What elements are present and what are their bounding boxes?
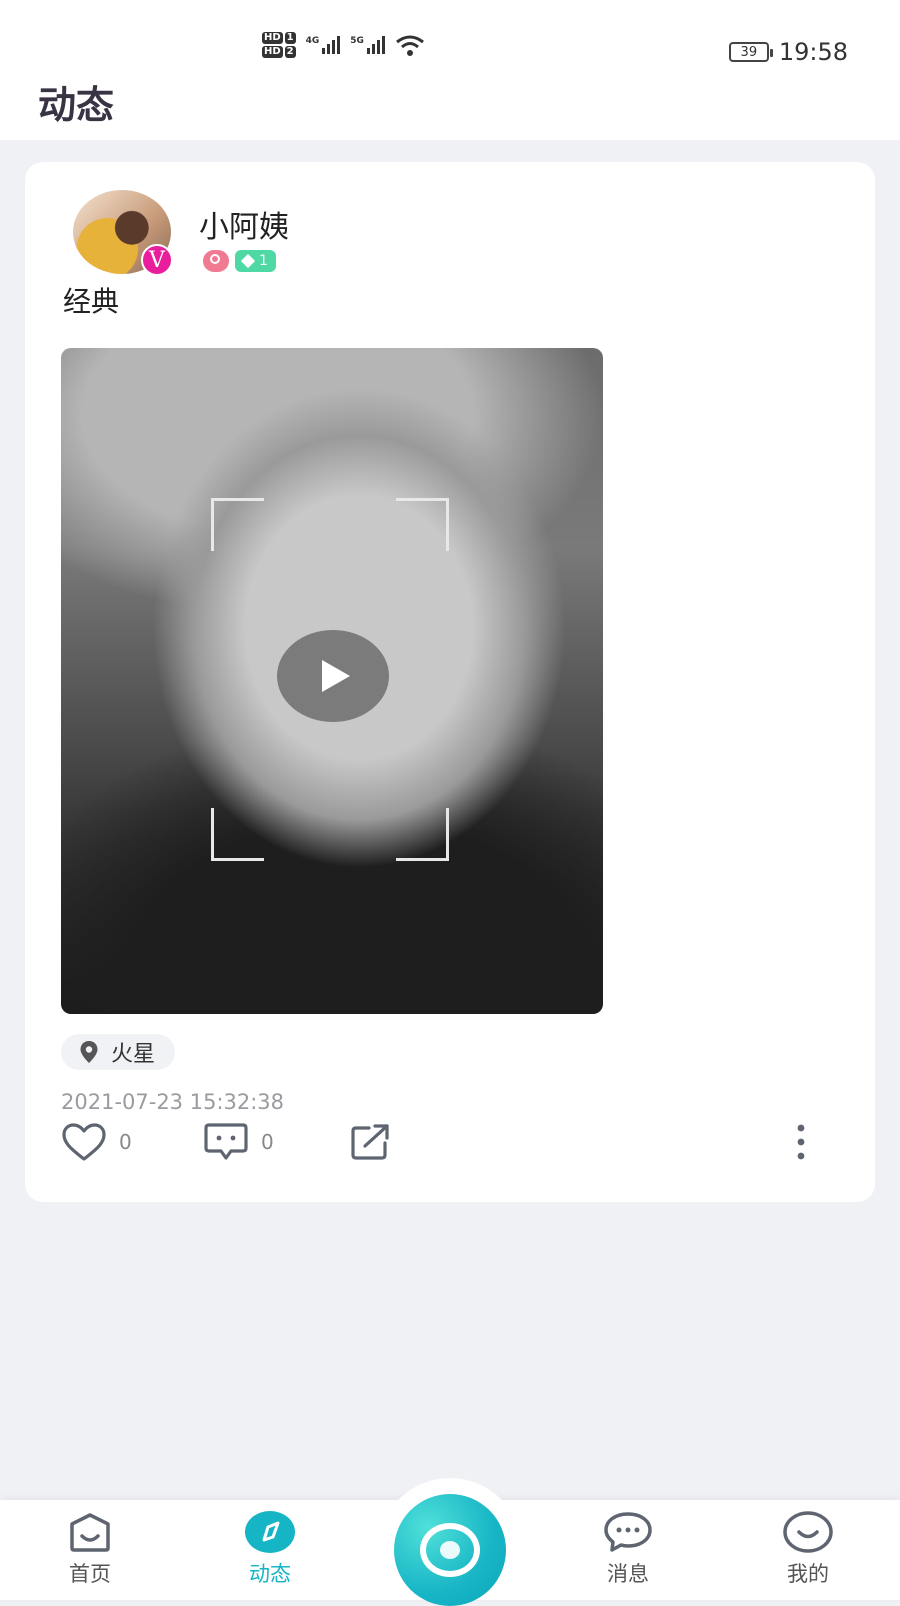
play-icon bbox=[322, 660, 350, 692]
wifi-icon bbox=[396, 35, 424, 56]
network-5g-label: 5G bbox=[350, 36, 364, 46]
hd1-label: HD bbox=[262, 32, 283, 44]
level-value: 1 bbox=[259, 253, 268, 269]
vip-badge: V bbox=[141, 244, 173, 276]
post-card[interactable]: V 小阿姨 1 经典 火星 2021-07-23 15:32:38 0 0 bbox=[25, 162, 875, 1202]
center-camera-button[interactable] bbox=[394, 1494, 506, 1606]
status-right: 39 19:58 bbox=[728, 38, 848, 66]
comment-button[interactable]: 0 bbox=[203, 1122, 274, 1162]
profile-smile-icon bbox=[783, 1511, 833, 1553]
female-gender-icon bbox=[203, 250, 229, 272]
user-tags: 1 bbox=[203, 250, 276, 272]
network-4g-label: 4G bbox=[305, 36, 320, 46]
diamond-icon bbox=[240, 253, 256, 269]
tab-home[interactable]: 首页 bbox=[35, 1510, 145, 1588]
clock: 19:58 bbox=[778, 38, 848, 66]
location-tag[interactable]: 火星 bbox=[61, 1034, 176, 1070]
hd2-label: HD bbox=[262, 46, 283, 58]
signal-4g-icon: 4G bbox=[306, 36, 341, 54]
compass-icon bbox=[245, 1511, 295, 1553]
location-text: 火星 bbox=[111, 1042, 156, 1067]
status-bar: HD 1 HD 2 4G 5G 39 19:58 bbox=[0, 0, 900, 70]
tab-feed[interactable]: 动态 bbox=[215, 1510, 325, 1588]
tab-messages-label: 消息 bbox=[607, 1562, 649, 1586]
comment-count: 0 bbox=[261, 1130, 274, 1154]
hd1-indicator: HD 1 bbox=[262, 32, 296, 44]
battery-level: 39 bbox=[740, 44, 758, 60]
home-icon bbox=[70, 1513, 110, 1552]
like-count: 0 bbox=[119, 1130, 132, 1154]
like-button[interactable]: 0 bbox=[61, 1122, 132, 1162]
tab-home-label: 首页 bbox=[69, 1562, 111, 1586]
camera-lens-icon bbox=[420, 1523, 480, 1577]
post-timestamp: 2021-07-23 15:32:38 bbox=[61, 1090, 285, 1114]
hd2-number: 2 bbox=[284, 46, 296, 58]
battery-icon: 39 bbox=[728, 42, 773, 62]
level-badge: 1 bbox=[235, 250, 276, 272]
message-bubble-icon bbox=[604, 1512, 652, 1552]
play-button[interactable] bbox=[277, 630, 389, 722]
focus-corner-top-right bbox=[396, 498, 449, 551]
more-vertical-icon bbox=[797, 1124, 805, 1160]
more-options-button[interactable] bbox=[791, 1122, 811, 1162]
share-icon bbox=[351, 1124, 389, 1160]
post-actions: 0 0 bbox=[61, 1122, 841, 1182]
avatar[interactable]: V bbox=[73, 190, 173, 276]
page-title: 动态 bbox=[38, 83, 115, 127]
hd1-number: 1 bbox=[284, 32, 296, 44]
focus-corner-bottom-left bbox=[211, 808, 264, 861]
tab-feed-label: 动态 bbox=[249, 1562, 291, 1586]
comment-icon bbox=[204, 1123, 248, 1160]
page-header: 动态 bbox=[0, 70, 900, 140]
tab-me-label: 我的 bbox=[787, 1562, 829, 1586]
focus-corner-bottom-right bbox=[396, 808, 449, 861]
post-text: 经典 bbox=[63, 285, 120, 318]
video-thumbnail[interactable] bbox=[61, 348, 603, 1014]
tab-me[interactable]: 我的 bbox=[753, 1510, 863, 1588]
heart-icon bbox=[62, 1123, 106, 1161]
tab-messages[interactable]: 消息 bbox=[573, 1510, 683, 1588]
hd2-indicator: HD 2 bbox=[262, 46, 296, 58]
signal-5g-icon: 5G bbox=[350, 36, 385, 54]
status-icons: HD 1 HD 2 4G 5G bbox=[262, 32, 425, 58]
hd-indicators: HD 1 HD 2 bbox=[262, 32, 296, 58]
focus-corner-top-left bbox=[211, 498, 264, 551]
location-pin-icon bbox=[80, 1041, 98, 1063]
share-button[interactable] bbox=[349, 1122, 393, 1162]
username[interactable]: 小阿姨 bbox=[199, 202, 289, 246]
